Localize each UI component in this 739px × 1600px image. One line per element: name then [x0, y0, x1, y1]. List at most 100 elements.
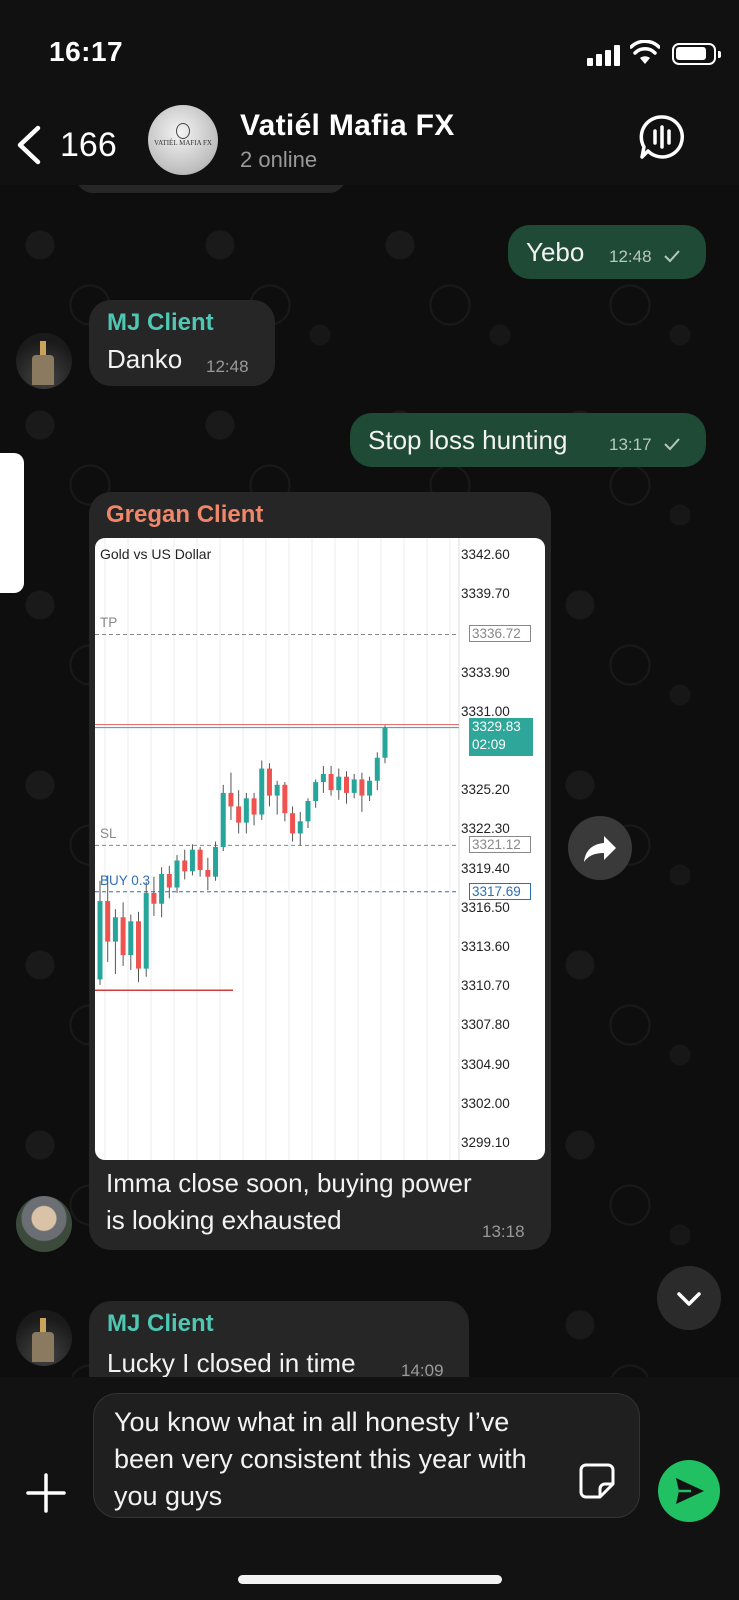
avatar[interactable]: [16, 1310, 72, 1366]
candle-body: [159, 874, 165, 904]
scroll-to-bottom-button[interactable]: [657, 1266, 721, 1330]
candle-body: [336, 776, 342, 791]
candle-body: [174, 860, 180, 888]
draft-line: you guys: [114, 1481, 223, 1511]
y-tick-label: 3302.00: [461, 1095, 510, 1111]
forward-arrow-icon: [584, 836, 616, 862]
y-tick-label: 3307.80: [461, 1017, 510, 1033]
level-tag: SL: [100, 826, 117, 842]
chart-title: Gold vs US Dollar: [100, 546, 212, 562]
candle-body: [166, 874, 172, 888]
back-button[interactable]: 166: [14, 119, 124, 171]
send-button[interactable]: [658, 1460, 720, 1522]
candle-body: [228, 792, 234, 807]
sender-name[interactable]: MJ Client: [107, 309, 214, 337]
read-check-icon: [664, 438, 680, 451]
chart-screenshot[interactable]: Gold vs US Dollar 3342.60 3339.70 3333.90 3…: [95, 538, 545, 1160]
y-tick-label: 3325.20: [461, 782, 510, 798]
candle-body: [97, 901, 103, 980]
read-check-icon: [664, 250, 680, 263]
candle-body: [305, 801, 311, 822]
candle-body: [328, 773, 334, 791]
message-time: 12:48: [609, 247, 652, 266]
status-bar: 16:17: [0, 0, 739, 105]
sticker-button[interactable]: [578, 1462, 616, 1500]
candle-body: [367, 780, 373, 796]
message-text: Stop loss hunting: [368, 425, 568, 455]
candle-body: [359, 779, 365, 796]
unread-count: 166: [60, 125, 117, 164]
candle-body: [382, 728, 388, 758]
message-text: Lucky I closed in time: [107, 1348, 356, 1377]
draft-line: been very consistent this year with: [114, 1444, 527, 1474]
sender-name[interactable]: MJ Client: [107, 1310, 214, 1338]
group-logo-icon: [176, 123, 190, 139]
side-panel-handle[interactable]: [0, 453, 24, 593]
candle-body: [136, 921, 142, 969]
y-tick-label: 3304.90: [461, 1056, 510, 1072]
battery-icon: [672, 43, 721, 65]
wifi-icon: [630, 40, 660, 64]
avatar[interactable]: [16, 1196, 72, 1252]
candle-body: [266, 768, 272, 796]
y-tick-label: 3322.30: [461, 821, 510, 837]
message-bubble-incoming[interactable]: MJ Client Danko 12:48: [89, 300, 275, 386]
sender-name[interactable]: Gregan Client: [106, 501, 263, 529]
previous-message-bubble[interactable]: [76, 185, 346, 193]
message-text: Yebo: [526, 237, 585, 267]
candle-body: [313, 782, 319, 802]
candle-body: [351, 779, 357, 793]
message-time: 13:17: [609, 435, 652, 454]
attach-button[interactable]: [22, 1469, 70, 1517]
candle-body: [120, 917, 126, 956]
online-status: 2 online: [240, 147, 318, 172]
message-input-text[interactable]: You know what in all honesty I’ve been v…: [114, 1404, 584, 1515]
y-tick-label: 3342.60: [461, 547, 510, 562]
status-time: 16:17: [49, 36, 124, 67]
y-tick-label: 3333.90: [461, 664, 510, 680]
current-price-value: 3329.83: [472, 718, 521, 734]
current-price-box: 3329.83 02:09: [469, 717, 533, 756]
candle-body: [259, 768, 265, 815]
bar-countdown: 02:09: [472, 736, 506, 752]
chevron-left-icon: [17, 125, 41, 165]
y-tick-label: 3299.10: [461, 1135, 510, 1150]
chat-messages-area[interactable]: Yebo 12:48 MJ Client Danko 12:48 Stop lo…: [0, 185, 739, 1377]
y-tick-label: 3319.40: [461, 860, 510, 876]
forward-button[interactable]: [568, 816, 632, 880]
candle-body: [205, 869, 211, 877]
candle-body: [290, 813, 296, 834]
candle-body: [282, 784, 288, 814]
message-caption-line1: Imma close soon, buying power: [106, 1168, 472, 1198]
candle-body: [243, 798, 249, 823]
message-text: Danko: [107, 344, 183, 374]
avatar[interactable]: [16, 333, 72, 389]
candle-body: [182, 860, 188, 872]
message-bubble-outgoing[interactable]: Stop loss hunting 13:17: [350, 413, 706, 467]
candle-body: [251, 798, 257, 815]
level-price-box: 3336.72: [469, 625, 531, 643]
message-input[interactable]: You know what in all honesty I’ve been v…: [93, 1393, 640, 1518]
candle-body: [143, 892, 149, 969]
y-tick-label: 3339.70: [461, 586, 510, 602]
message-time: 14:09: [401, 1361, 444, 1377]
candle-body: [343, 776, 349, 793]
group-avatar[interactable]: VATIÉL MAFIA FX: [148, 105, 218, 175]
level-price-box: 3321.12: [469, 836, 531, 854]
y-tick-label: 3316.50: [461, 899, 510, 915]
send-arrow-icon: [676, 1478, 704, 1504]
candle-body: [213, 846, 219, 877]
chevron-down-icon: [677, 1292, 701, 1306]
candle-body: [151, 892, 157, 904]
y-tick-label: 3331.00: [461, 703, 510, 719]
level-price-box: 3317.69: [469, 882, 531, 900]
draft-line: You know what in all honesty I’ve: [114, 1407, 510, 1437]
group-logo-text: VATIÉL MAFIA FX: [154, 139, 212, 147]
message-bubble-incoming[interactable]: MJ Client Lucky I closed in time 14:09: [89, 1301, 469, 1377]
chat-header: 166 VATIÉL MAFIA FX Vatiél Mafia FX 2 on…: [0, 105, 739, 185]
message-bubble-outgoing[interactable]: Yebo 12:48: [508, 225, 706, 279]
composer-bar: You know what in all honesty I’ve been v…: [0, 1377, 739, 1600]
group-title[interactable]: Vatiél Mafia FX: [240, 109, 455, 143]
cellular-signal-icon: [587, 44, 621, 66]
voice-chat-button[interactable]: [638, 113, 686, 161]
